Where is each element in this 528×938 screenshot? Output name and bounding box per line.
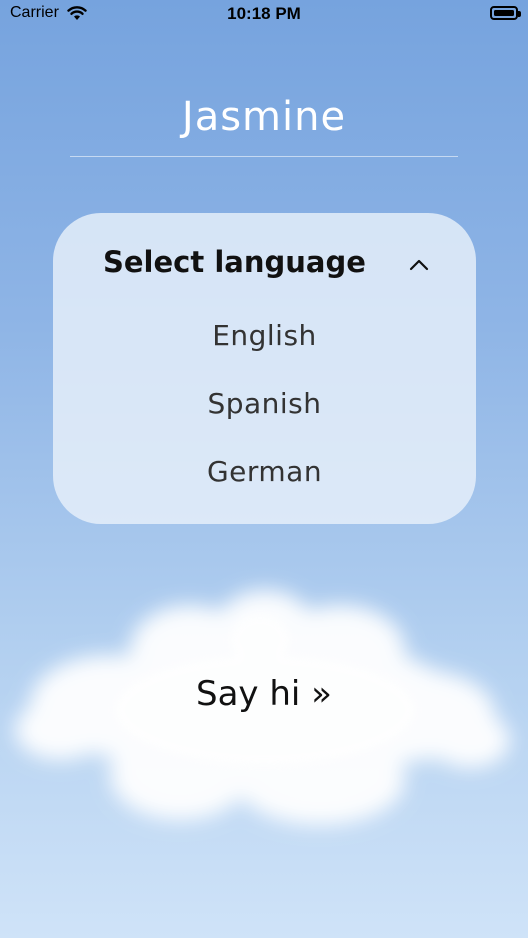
- language-option-english[interactable]: English: [53, 319, 476, 352]
- language-option-spanish[interactable]: Spanish: [53, 387, 476, 420]
- battery-icon: [490, 6, 521, 20]
- language-option-german[interactable]: German: [53, 455, 476, 488]
- say-hi-button[interactable]: Say hi »: [0, 674, 528, 714]
- status-time: 10:18 PM: [227, 4, 301, 23]
- language-picker: Select language English Spanish German: [53, 213, 476, 524]
- chevron-up-icon[interactable]: [409, 259, 429, 271]
- status-bar: Carrier 10:18 PM: [0, 0, 528, 28]
- title-divider: [70, 156, 458, 157]
- page-title: Jasmine: [181, 94, 347, 140]
- language-picker-label[interactable]: Select language: [103, 245, 366, 279]
